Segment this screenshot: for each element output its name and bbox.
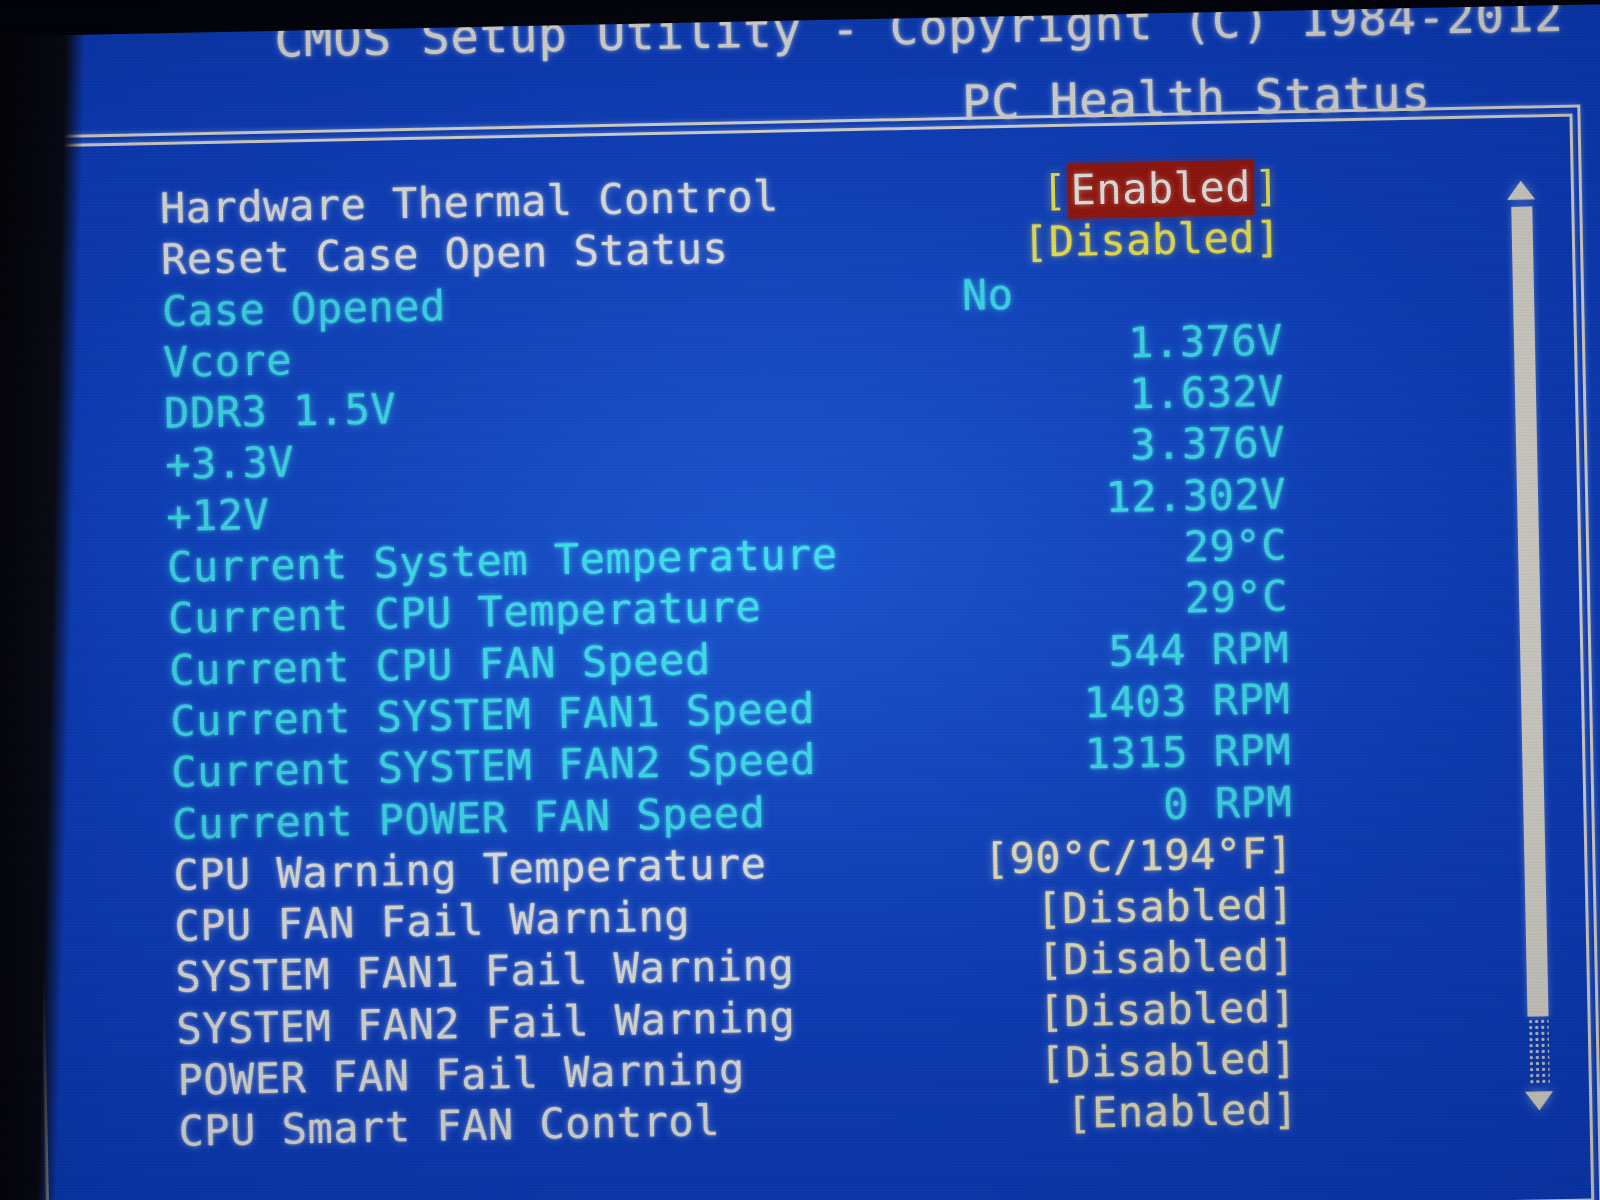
settings-row-value[interactable]: [Enabled] <box>1066 1085 1299 1139</box>
settings-row-label: POWER FAN Fail Warning <box>177 1044 746 1105</box>
settings-row-label: Vcore <box>162 335 293 387</box>
settings-row-value[interactable]: 544 RPM <box>1108 623 1289 676</box>
settings-row-value[interactable]: 1.632V <box>1129 367 1285 419</box>
settings-row-value[interactable]: [Disabled] <box>1039 1033 1298 1087</box>
settings-row-value[interactable]: 3.376V <box>1130 418 1286 470</box>
value-bracket-close: ] <box>1253 161 1281 211</box>
settings-row-value[interactable]: [90°C/194°F] <box>983 828 1293 883</box>
settings-row-label: +12V <box>165 489 270 541</box>
settings-row-label: Current CPU Temperature <box>167 582 762 644</box>
settings-row-value[interactable]: 29°C <box>1184 572 1288 623</box>
settings-row-value[interactable]: 0 RPM <box>1163 777 1293 829</box>
value-bracket-open: [ <box>1041 165 1069 216</box>
settings-row-label: Reset Case Open Status <box>160 223 729 285</box>
settings-row-label: CPU Smart FAN Control <box>178 1096 721 1157</box>
settings-row-label: Case Opened <box>161 280 447 336</box>
settings-row-value[interactable]: [Disabled] <box>1036 880 1295 934</box>
settings-row-value[interactable]: 1.376V <box>1128 315 1284 367</box>
settings-row-label: DDR3 1.5V <box>163 384 397 439</box>
bios-screen-content: CMOS Setup Utility - Copyright (C) 1984-… <box>0 0 1600 1200</box>
bios-screen-photo: CMOS Setup Utility - Copyright (C) 1984-… <box>0 0 1600 1200</box>
settings-row-value[interactable]: [Disabled] <box>1037 931 1296 985</box>
scroll-track[interactable] <box>1527 1018 1550 1085</box>
settings-row-label: CPU FAN Fail Warning <box>173 891 691 951</box>
settings-row-value[interactable]: 29°C <box>1183 520 1287 571</box>
settings-row-label: Current CPU FAN Speed <box>168 634 712 695</box>
settings-row-value[interactable]: [Disabled] <box>1023 213 1282 267</box>
settings-row-value[interactable]: 1315 RPM <box>1084 726 1291 779</box>
scroll-down-arrow-icon[interactable] <box>1525 1091 1554 1111</box>
settings-list: Hardware Thermal Control [Enabled] Reset C… <box>160 160 1299 1158</box>
settings-row-value[interactable]: No <box>961 269 1014 319</box>
settings-row-label: Current POWER FAN Speed <box>171 787 766 849</box>
value-highlighted-text: Enabled <box>1066 160 1255 219</box>
settings-row-label: CPU Warning Temperature <box>172 838 767 900</box>
settings-row-value[interactable]: [Disabled] <box>1038 982 1297 1036</box>
settings-row-value-selected[interactable]: [Enabled] <box>1041 160 1281 219</box>
settings-row-label: +3.3V <box>164 437 295 490</box>
scroll-up-arrow-icon[interactable] <box>1506 180 1536 200</box>
settings-row-value[interactable]: 12.302V <box>1105 469 1286 522</box>
settings-row-value[interactable]: 1403 RPM <box>1083 674 1290 727</box>
